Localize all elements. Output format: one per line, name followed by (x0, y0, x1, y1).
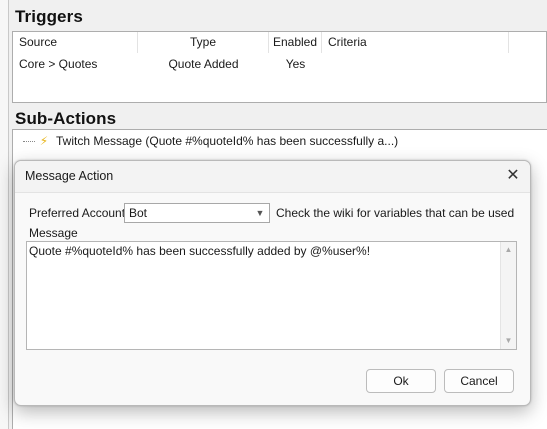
triggers-table-header: Source Type Enabled Criteria (13, 32, 546, 54)
column-header-criteria[interactable]: Criteria (322, 32, 509, 53)
cell-source: Core > Quotes (19, 57, 98, 71)
message-text: Quote #%quoteId% has been successfully a… (29, 244, 371, 258)
message-label: Message (29, 226, 78, 240)
column-header-type[interactable]: Type (138, 32, 269, 53)
tree-item-label: Twitch Message (Quote #%quoteId% has bee… (56, 134, 399, 148)
column-header-enabled[interactable]: Enabled (269, 32, 322, 53)
column-header-source[interactable]: Source (13, 32, 138, 53)
preferred-account-select[interactable]: Bot ▼ (124, 203, 270, 223)
tree-item[interactable]: ⚡ Twitch Message (Quote #%quoteId% has be… (23, 132, 398, 150)
preferred-account-label: Preferred Account (29, 206, 126, 220)
triggers-heading: Triggers (15, 7, 83, 26)
dialog-titlebar[interactable]: Message Action ✕ (15, 161, 530, 193)
cell-type: Quote Added (168, 57, 239, 71)
preferred-account-value: Bot (129, 206, 148, 220)
scroll-up-arrow-icon[interactable]: ▲ (501, 242, 516, 258)
ok-button[interactable]: Ok (366, 369, 436, 393)
dialog-title: Message Action (25, 169, 114, 183)
tree-connector (23, 141, 35, 143)
scroll-down-arrow-icon[interactable]: ▼ (501, 333, 516, 349)
message-textarea[interactable]: Quote #%quoteId% has been successfully a… (26, 241, 517, 350)
left-panel-edge (0, 0, 9, 429)
cell-enabled: Yes (285, 57, 306, 71)
message-action-dialog: Message Action ✕ Preferred Account Bot ▼… (14, 160, 531, 406)
triggers-table[interactable]: Source Type Enabled Criteria Core > Quot… (12, 31, 547, 103)
message-scrollbar[interactable]: ▲ ▼ (500, 242, 516, 349)
close-icon[interactable]: ✕ (496, 161, 530, 192)
subactions-heading: Sub-Actions (15, 109, 117, 128)
cancel-button[interactable]: Cancel (444, 369, 514, 393)
wiki-hint: Check the wiki for variables that can be… (276, 206, 515, 220)
lightning-bolt-icon: ⚡ (39, 134, 49, 148)
chevron-down-icon: ▼ (255, 208, 265, 218)
